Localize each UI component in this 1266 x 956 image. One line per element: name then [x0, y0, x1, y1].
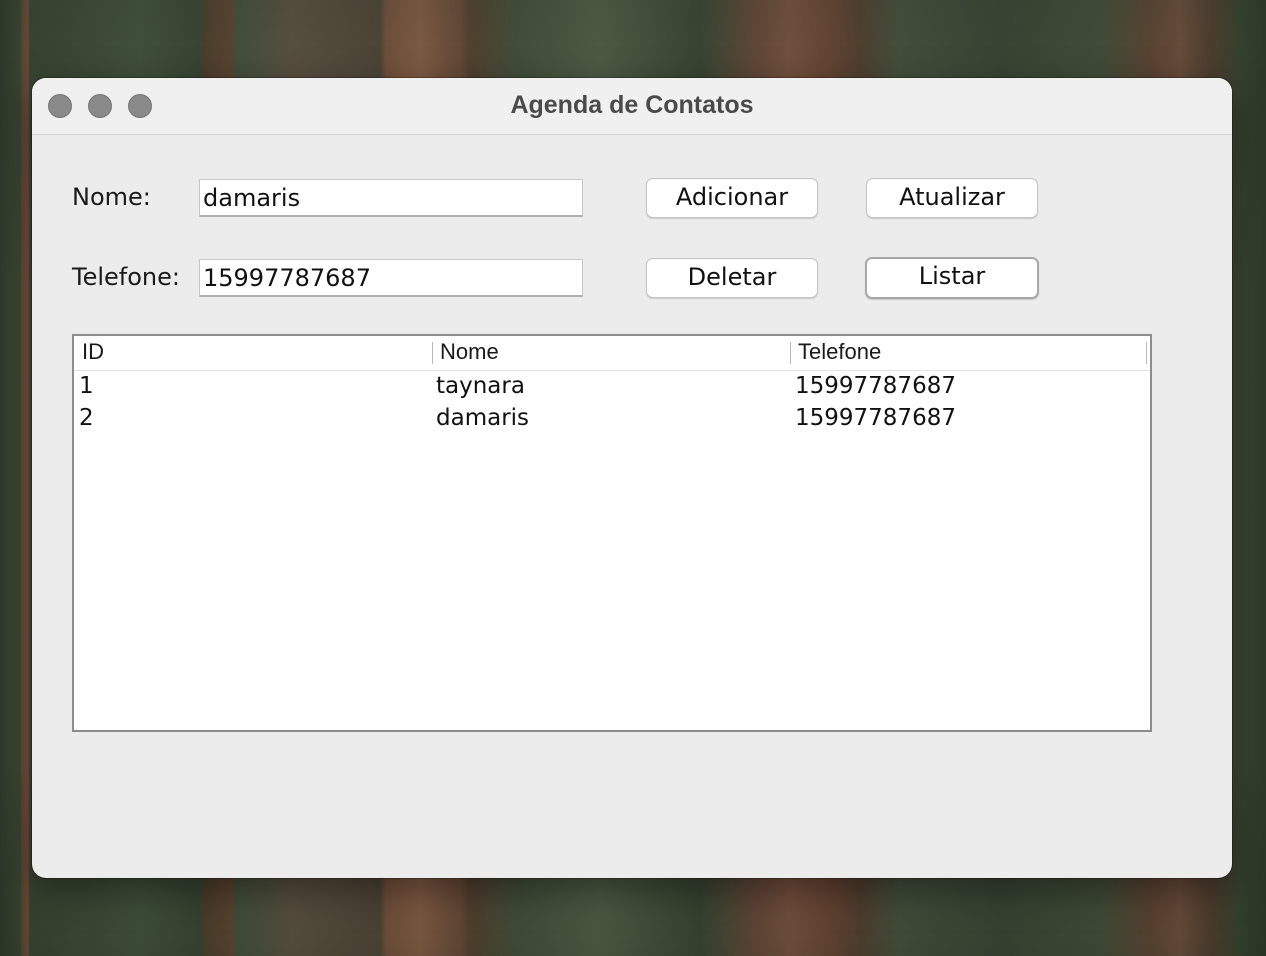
column-header-telefone[interactable]: Telefone	[798, 336, 881, 370]
cell-nome: taynara	[436, 373, 525, 399]
listar-button[interactable]: Listar	[865, 257, 1039, 299]
column-divider[interactable]	[790, 342, 791, 364]
app-window: Agenda de Contatos Nome: damaris Telefon…	[32, 78, 1232, 878]
adicionar-button[interactable]: Adicionar	[646, 178, 818, 218]
title-bar[interactable]: Agenda de Contatos	[32, 78, 1232, 135]
atualizar-button[interactable]: Atualizar	[866, 178, 1038, 218]
column-header-nome[interactable]: Nome	[440, 336, 499, 370]
contacts-table[interactable]: ID Nome Telefone 1 taynara 15997787687 2…	[72, 334, 1152, 732]
deletar-button[interactable]: Deletar	[646, 258, 818, 298]
telefone-label: Telefone:	[72, 263, 180, 291]
window-title: Agenda de Contatos	[510, 91, 754, 119]
column-divider[interactable]	[1146, 342, 1147, 364]
cell-nome: damaris	[436, 405, 530, 431]
cell-telefone: 15997787687	[795, 405, 956, 431]
column-divider[interactable]	[432, 342, 433, 364]
nome-input[interactable]: damaris	[199, 179, 583, 217]
cell-telefone: 15997787687	[795, 373, 956, 399]
cell-id: 1	[79, 373, 94, 399]
cell-id: 2	[79, 405, 94, 431]
table-header: ID Nome Telefone	[74, 336, 1150, 371]
column-header-id[interactable]: ID	[82, 336, 104, 370]
nome-label: Nome:	[72, 183, 151, 211]
telefone-input[interactable]: 15997787687	[199, 259, 583, 297]
